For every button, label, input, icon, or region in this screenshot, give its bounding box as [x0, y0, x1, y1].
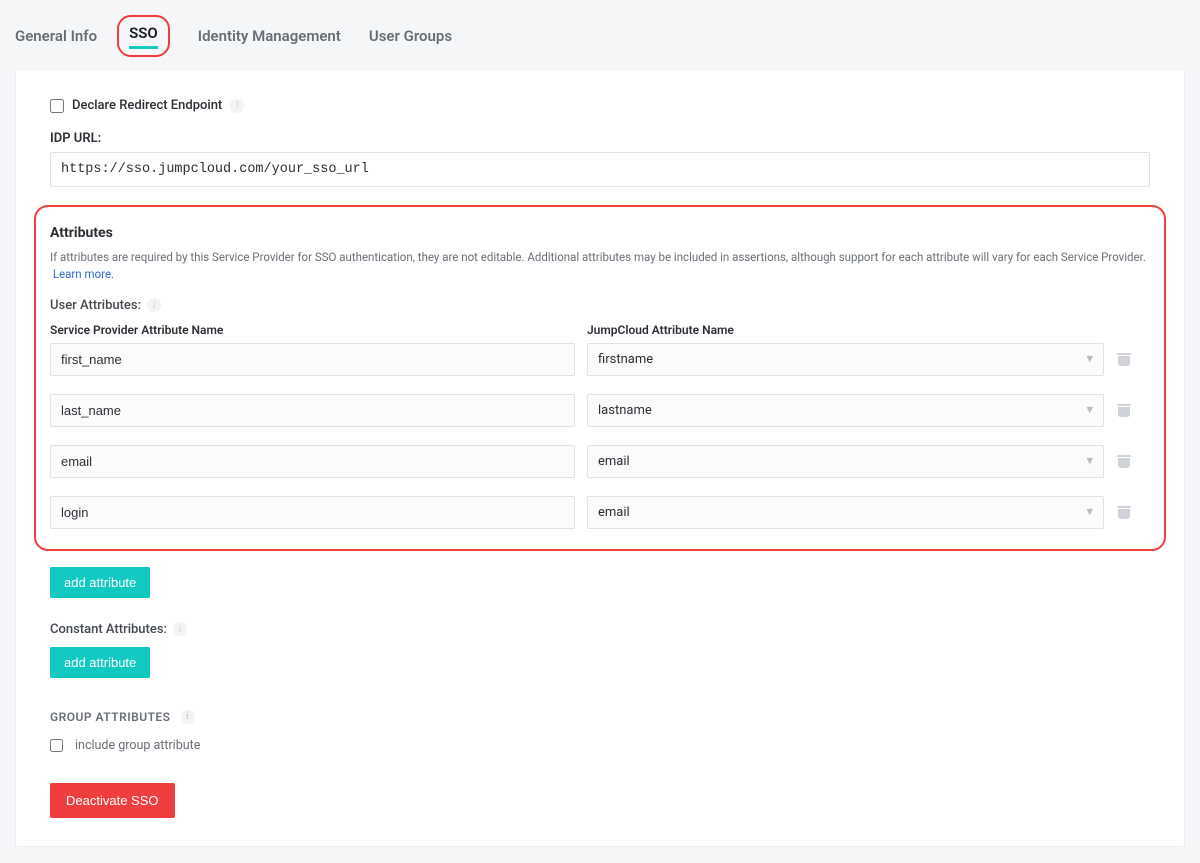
tab-identity-management[interactable]: Identity Management: [198, 23, 341, 49]
info-icon: i: [181, 710, 195, 724]
info-icon: i: [230, 99, 244, 113]
highlight-sso-tab: SSO: [117, 15, 170, 57]
attribute-row: firstname ▾: [50, 343, 1150, 376]
attribute-row: email ▾: [50, 496, 1150, 529]
tab-sso[interactable]: SSO: [129, 20, 158, 49]
deactivate-sso-button[interactable]: Deactivate SSO: [50, 783, 175, 818]
constant-attributes-subhead: Constant Attributes: i: [50, 622, 1150, 637]
declare-redirect-label: Declare Redirect Endpoint: [72, 98, 222, 113]
user-attributes-subhead: User Attributes: i: [50, 298, 1150, 313]
sp-attribute-input[interactable]: [50, 343, 575, 376]
attributes-title: Attributes: [50, 225, 1150, 241]
group-attributes-label: GROUP ATTRIBUTES: [50, 710, 171, 724]
chevron-down-icon: ▾: [1086, 505, 1093, 520]
trash-icon[interactable]: [1116, 353, 1132, 366]
declare-redirect-row: Declare Redirect Endpoint i: [50, 98, 1150, 113]
attributes-help-body: If attributes are required by this Servi…: [50, 250, 1146, 264]
tabs: General Info SSO Identity Management Use…: [15, 15, 1185, 69]
jc-attribute-select[interactable]: lastname ▾: [587, 394, 1104, 427]
sso-panel: Declare Redirect Endpoint i IDP URL: Att…: [15, 69, 1185, 847]
add-user-attribute-button[interactable]: add attribute: [50, 567, 150, 598]
info-icon: i: [173, 622, 187, 636]
trash-icon[interactable]: [1116, 506, 1132, 519]
tab-user-groups[interactable]: User Groups: [369, 23, 452, 49]
declare-redirect-checkbox[interactable]: [50, 99, 64, 113]
jc-attribute-value: firstname: [598, 352, 653, 367]
idp-url-input[interactable]: [50, 152, 1150, 187]
info-icon: i: [147, 298, 161, 312]
jc-attribute-value: lastname: [598, 403, 652, 418]
trash-icon[interactable]: [1116, 404, 1132, 417]
chevron-down-icon: ▾: [1086, 352, 1093, 367]
sp-attribute-input[interactable]: [50, 394, 575, 427]
constant-attributes-label: Constant Attributes:: [50, 622, 167, 637]
trash-icon[interactable]: [1116, 455, 1132, 468]
learn-more-link[interactable]: Learn more.: [53, 267, 114, 281]
user-attributes-label: User Attributes:: [50, 298, 141, 313]
tab-general-info[interactable]: General Info: [15, 23, 97, 49]
include-group-label: include group attribute: [75, 738, 200, 753]
chevron-down-icon: ▾: [1086, 403, 1093, 418]
sp-attribute-input[interactable]: [50, 496, 575, 529]
chevron-down-icon: ▾: [1086, 454, 1093, 469]
group-attributes-title: GROUP ATTRIBUTES i: [50, 710, 1150, 724]
attributes-highlight: Attributes If attributes are required by…: [34, 205, 1166, 551]
attributes-help-text: If attributes are required by this Servi…: [50, 249, 1150, 284]
include-group-checkbox[interactable]: [50, 739, 63, 752]
sp-attribute-input[interactable]: [50, 445, 575, 478]
add-constant-attribute-button[interactable]: add attribute: [50, 647, 150, 678]
jc-attribute-value: email: [598, 454, 630, 469]
idp-url-label: IDP URL:: [50, 131, 1150, 146]
jc-attribute-select[interactable]: firstname ▾: [587, 343, 1104, 376]
attribute-row: lastname ▾: [50, 394, 1150, 427]
jc-attribute-select[interactable]: email ▾: [587, 445, 1104, 478]
attribute-column-headers: Service Provider Attribute Name JumpClou…: [50, 323, 1150, 337]
sp-attribute-header: Service Provider Attribute Name: [50, 323, 575, 337]
include-group-row: include group attribute: [50, 738, 1150, 753]
jc-attribute-select[interactable]: email ▾: [587, 496, 1104, 529]
attribute-row: email ▾: [50, 445, 1150, 478]
jc-attribute-header: JumpCloud Attribute Name: [587, 323, 1104, 337]
jc-attribute-value: email: [598, 505, 630, 520]
